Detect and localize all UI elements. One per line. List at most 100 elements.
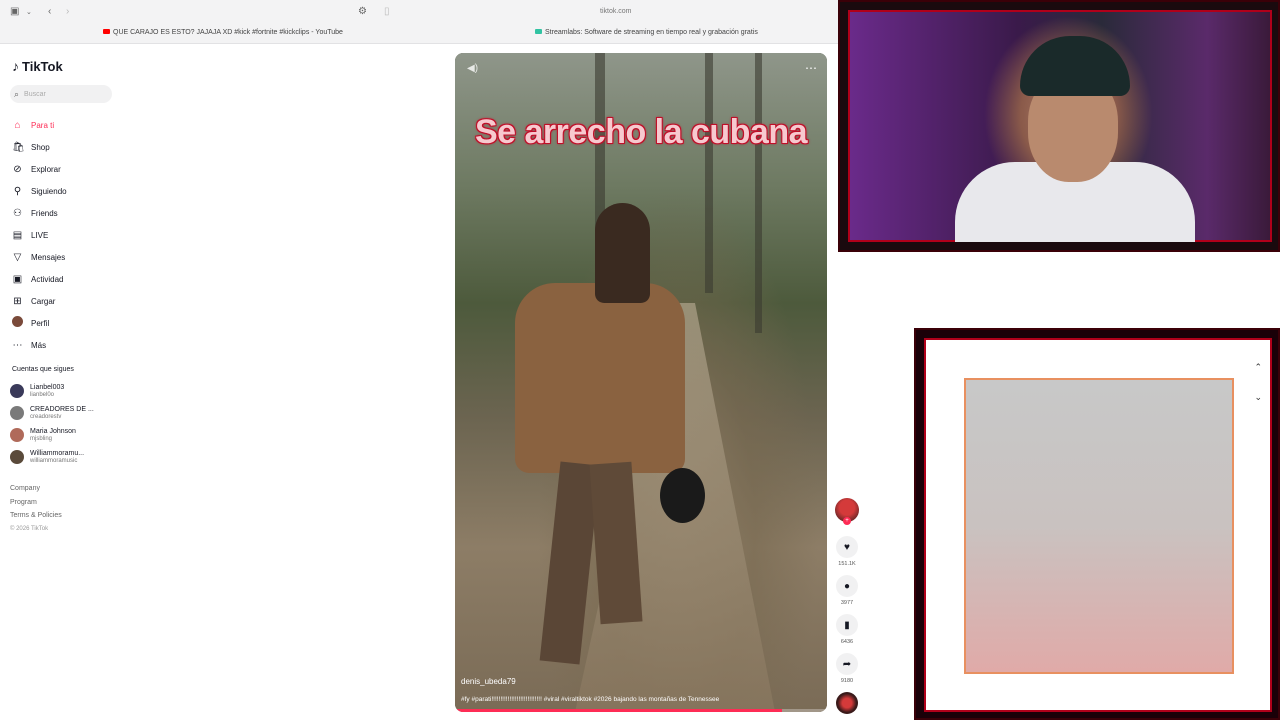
following-name: CREADORES DE ... — [30, 405, 94, 413]
phone-overlay-inner: ⌃ ⌄ — [924, 338, 1272, 712]
nav-item-shop[interactable]: 🛍 Shop — [12, 136, 132, 158]
avatar — [10, 450, 24, 464]
nav-label: Siguiendo — [31, 186, 67, 196]
bookmark-streamlabs[interactable]: Streamlabs: Software de streaming en tie… — [535, 29, 758, 36]
browser-toolbar: ▣ ⌄ ‹ › ⚙ ▯ tiktok.com QUE CARAJO ES EST… — [0, 0, 838, 44]
nav-label: Perfil — [31, 318, 50, 328]
nav-label: Shop — [31, 142, 50, 152]
footer-link-company[interactable]: Company — [10, 482, 62, 496]
music-disc-button[interactable] — [832, 692, 862, 714]
footer-link-terms[interactable]: Terms & Policies — [10, 509, 62, 523]
back-arrow-icon[interactable]: ‹ — [48, 6, 51, 17]
search-icon: ⌕ — [14, 88, 20, 99]
video-author[interactable]: denis_ubeda79 — [461, 677, 516, 686]
home-icon: ⌂ — [14, 119, 21, 131]
extension-icon[interactable]: ⚙ — [358, 6, 367, 17]
video-overlay-text: Se arrecho la cubana — [474, 113, 808, 151]
bookmark-label: Streamlabs: Software de streaming en tie… — [545, 29, 758, 36]
save-count: 6436 — [840, 639, 854, 645]
following-item[interactable]: CREADORES DE ... creadorestv — [10, 402, 130, 424]
bookmark-youtube[interactable]: QUE CARAJO ES ESTO? JAJAJA XD #kick #for… — [103, 29, 343, 36]
following-title: Cuentas que sigues — [12, 366, 74, 373]
comment-count: 3977 — [840, 600, 854, 606]
compass-icon: ⊘ — [13, 163, 22, 175]
follow-plus-icon[interactable]: + — [843, 517, 851, 525]
nav-item-cargar[interactable]: ⊞ Cargar — [12, 290, 132, 312]
video-progress-fill — [455, 709, 783, 712]
nav-item-para-ti[interactable]: ⌂ Para ti — [12, 114, 132, 136]
following-handle: mjsbling — [30, 435, 53, 442]
music-disc-icon — [836, 692, 858, 714]
like-count: 151.1K — [838, 561, 856, 567]
nav-label: Explorar — [31, 164, 61, 174]
nav-item-perfil[interactable]: Perfil — [12, 312, 132, 334]
bookmark-icon: ▮ — [836, 614, 858, 636]
nav-item-friends[interactable]: ⚇ Friends — [12, 202, 132, 224]
webcam-overlay — [838, 0, 1280, 252]
following-item[interactable]: Maria Johnson mjsbling — [10, 424, 130, 446]
following-item[interactable]: Williammoramu... williammoramusic — [10, 446, 130, 468]
profile-avatar — [12, 316, 23, 330]
share-count: 9180 — [840, 678, 854, 684]
following-name: Williammoramu... — [30, 449, 85, 457]
bookmark-label: QUE CARAJO ES ESTO? JAJAJA XD #kick #for… — [113, 29, 343, 36]
video-player[interactable]: Se arrecho la cubana ◀) ⋯ denis_ubeda79 … — [455, 53, 827, 712]
sidebar-toggle-icon[interactable]: ▣ — [10, 6, 19, 17]
more-icon: ⋯ — [12, 339, 23, 351]
footer-link-program[interactable]: Program — [10, 496, 62, 510]
creator-avatar-button[interactable]: + — [832, 498, 862, 525]
share-icon: ➦ — [836, 653, 858, 675]
copyright: © 2026 TikTok — [10, 525, 49, 532]
logo-text: TikTok — [22, 58, 63, 74]
upload-icon: ⊞ — [13, 295, 22, 307]
share-button[interactable]: ➦ 9180 — [832, 653, 862, 684]
shop-icon: 🛍 — [12, 141, 25, 153]
tiktok-note-icon: ♪ — [12, 58, 19, 74]
nav-label: Actividad — [31, 274, 64, 284]
person-bag — [660, 468, 705, 523]
page-icon[interactable]: ▯ — [384, 6, 390, 17]
nav-label: Friends — [31, 208, 58, 218]
nav-label: Cargar — [31, 296, 56, 306]
video-progress-bar[interactable] — [455, 709, 827, 712]
mute-icon[interactable]: ◀) — [467, 63, 478, 74]
nav-item-live[interactable]: ▤ LIVE — [12, 224, 132, 246]
nav-item-mas[interactable]: ⋯ Más — [12, 334, 132, 356]
nav-item-actividad[interactable]: ▣ Actividad — [12, 268, 132, 290]
following-handle: lianbel0o — [30, 391, 55, 398]
person-jacket — [515, 283, 685, 473]
following-name: Maria Johnson — [30, 427, 76, 435]
nav-label: LIVE — [31, 230, 49, 240]
heart-icon: ♥ — [836, 536, 858, 558]
save-button[interactable]: ▮ 6436 — [832, 614, 862, 645]
following-name: Lianbel003 — [30, 383, 65, 391]
following-item[interactable]: Lianbel003 lianbel0o — [10, 380, 130, 402]
avatar — [10, 428, 24, 442]
following-handle: williammoramusic — [30, 457, 78, 464]
chevron-down-icon[interactable]: ⌄ — [26, 8, 32, 16]
avatar — [10, 384, 24, 398]
tree-trunk — [755, 53, 762, 333]
chevron-down-icon[interactable]: ⌄ — [1254, 392, 1262, 403]
nav-label: Mensajes — [31, 252, 66, 262]
search-placeholder: Buscar — [24, 90, 46, 98]
activity-icon: ▣ — [12, 273, 23, 285]
youtube-icon — [103, 29, 110, 34]
nav-item-mensajes[interactable]: ▽ Mensajes — [12, 246, 132, 268]
comment-icon: ● — [836, 575, 858, 597]
nav-list: ⌂ Para ti 🛍 Shop ⊘ Explorar ⚲ Siguiendo ⚇ Fri… — [12, 114, 132, 356]
following-list: Lianbel003 lianbel0o CREADORES DE ... crea… — [10, 380, 130, 468]
search-input[interactable]: ⌕ Buscar — [10, 85, 112, 103]
forward-arrow-icon[interactable]: › — [66, 6, 69, 17]
nav-item-explorar[interactable]: ⊘ Explorar — [12, 158, 132, 180]
nav-item-siguiendo[interactable]: ⚲ Siguiendo — [12, 180, 132, 202]
avatar — [10, 406, 24, 420]
sidebar-footer: Company Program Terms & Policies © 2026 … — [10, 482, 62, 536]
like-button[interactable]: ♥ 151.1K — [832, 536, 862, 567]
chevron-up-icon[interactable]: ⌃ — [1254, 362, 1262, 373]
comment-button[interactable]: ● 3977 — [832, 575, 862, 606]
url-bar[interactable]: tiktok.com — [600, 8, 632, 15]
more-options-icon[interactable]: ⋯ — [805, 61, 817, 75]
tiktok-logo[interactable]: ♪ TikTok — [12, 58, 63, 74]
video-caption: #fy #parati!!!!!!!!!!!!!!!!!!!!!!!!!!!! … — [461, 696, 720, 703]
